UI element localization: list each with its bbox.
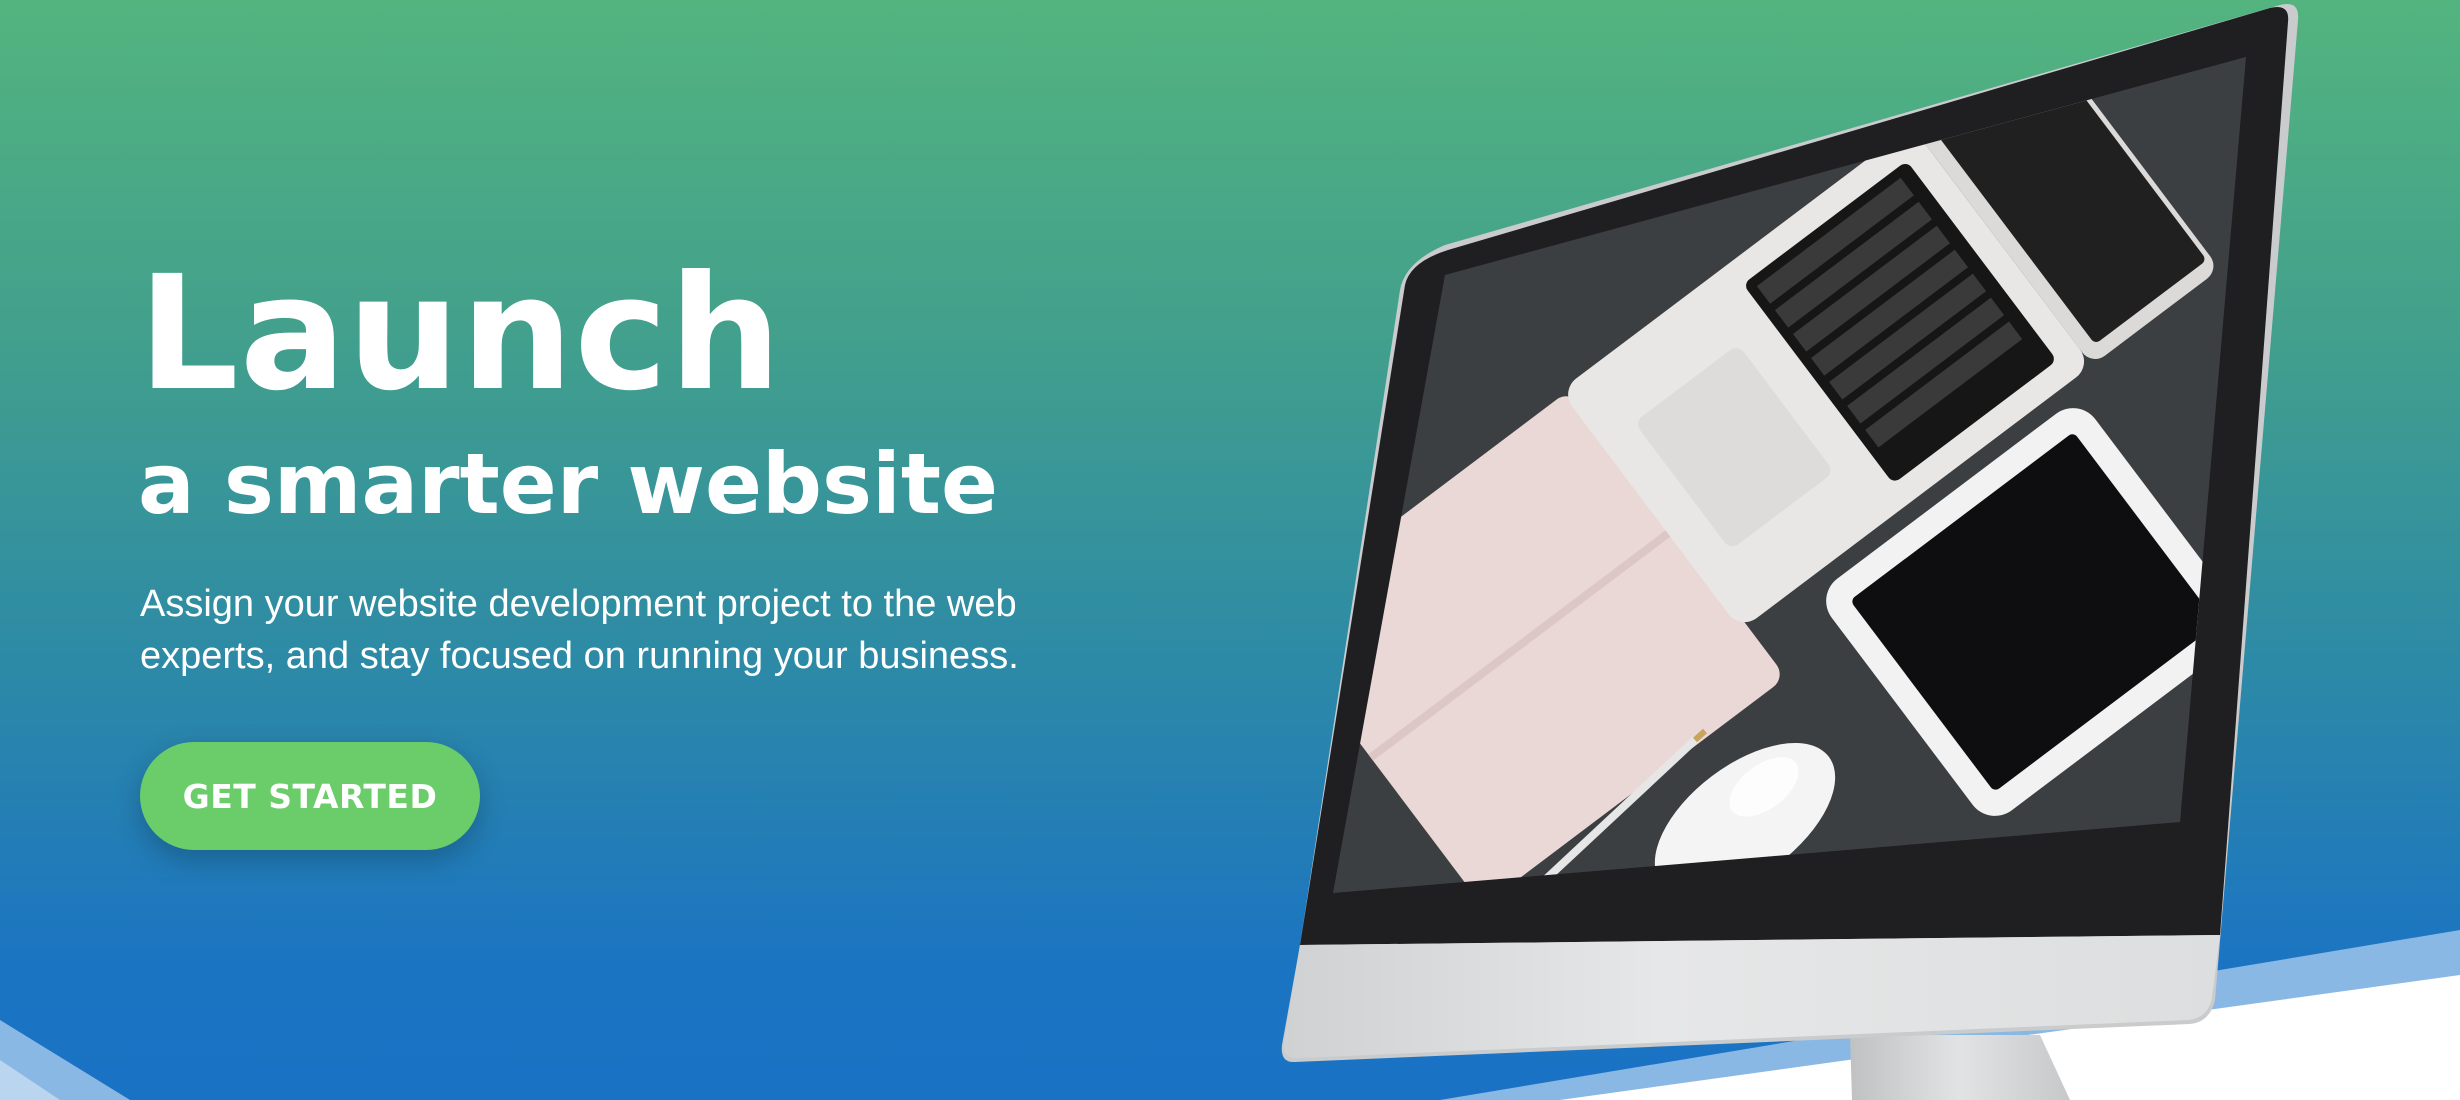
monitor-stand [1850, 1035, 2070, 1100]
hero-section: Launch a smarter website Assign your web… [0, 0, 2460, 1100]
hero-headline: Launch [138, 242, 783, 426]
hero-subheadline: a smarter website [138, 435, 998, 533]
hero-description: Assign your website development project … [140, 583, 1019, 677]
imac-illustration [1281, 4, 2299, 1100]
get-started-button[interactable]: GET STARTED [140, 742, 480, 850]
